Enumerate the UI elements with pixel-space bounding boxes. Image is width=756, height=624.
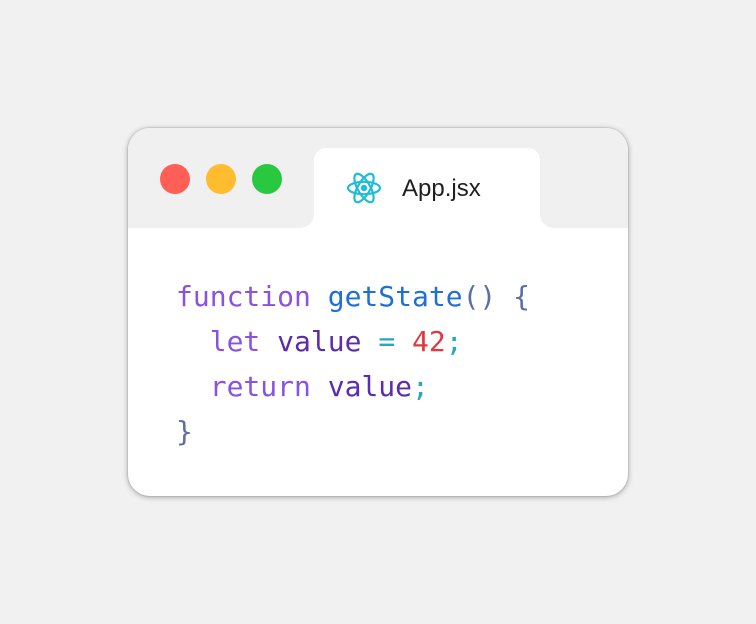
code-line-3: return value; bbox=[176, 364, 530, 409]
tab-app-jsx[interactable]: App.jsx bbox=[314, 148, 540, 228]
variable-value: value bbox=[277, 325, 362, 358]
code-line-1: function getState() { bbox=[176, 274, 530, 319]
number-literal: 42 bbox=[412, 325, 446, 358]
keyword-let: let bbox=[209, 325, 261, 358]
open-brace: { bbox=[513, 280, 531, 313]
semicolon: ; bbox=[412, 370, 429, 403]
title-bar: App.jsx bbox=[128, 128, 628, 228]
code-editor[interactable]: function getState() { let value = 42; re… bbox=[176, 274, 530, 454]
minimize-window-button[interactable] bbox=[206, 164, 236, 194]
keyword-function: function bbox=[176, 280, 311, 313]
code-line-4: } bbox=[176, 409, 530, 454]
close-brace: } bbox=[176, 415, 193, 448]
function-name: getState bbox=[327, 280, 463, 313]
close-window-button[interactable] bbox=[160, 164, 190, 194]
keyword-return: return bbox=[209, 370, 311, 403]
tab-label: App.jsx bbox=[402, 175, 481, 202]
semicolon: ; bbox=[445, 325, 463, 358]
parentheses: () bbox=[462, 280, 497, 313]
zoom-window-button[interactable] bbox=[252, 164, 282, 194]
assign-operator: = bbox=[378, 325, 396, 358]
code-line-2: let value = 42; bbox=[176, 319, 530, 364]
variable-value: value bbox=[327, 370, 413, 403]
editor-window: App.jsx function getState() { let value … bbox=[128, 128, 628, 496]
react-icon bbox=[346, 172, 382, 204]
